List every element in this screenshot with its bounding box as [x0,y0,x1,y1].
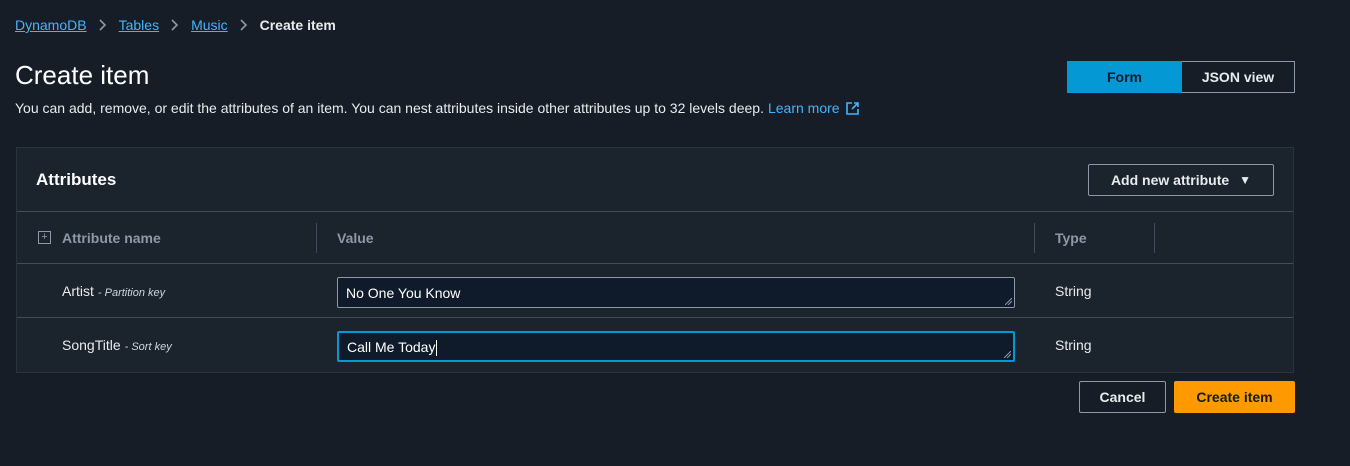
resize-grip-icon[interactable] [1004,351,1011,358]
panel-header: Attributes Add new attribute ▼ [17,148,1293,212]
add-new-attribute-button[interactable]: Add new attribute ▼ [1088,164,1274,196]
attribute-key-label: - Partition key [97,287,166,299]
attribute-name: Artist - Partition key [62,283,165,299]
add-new-attribute-label: Add new attribute [1110,172,1230,188]
column-header-type: Type [1055,230,1087,246]
attribute-name-text: Artist [62,283,94,299]
form-view-button[interactable]: Form [1067,61,1182,93]
column-header-attribute-name: Attribute name [62,230,161,246]
column-header-value: Value [337,230,374,246]
attribute-name: SongTitle - Sort key [62,337,172,353]
attribute-name-text: SongTitle [62,337,121,353]
breadcrumb-current: Create item [259,17,336,33]
view-toggle: Form JSON view [1067,61,1295,93]
external-link-icon [845,101,859,115]
resize-grip-icon[interactable] [1005,298,1012,305]
breadcrumb: DynamoDB Tables Music Create item [15,17,336,33]
learn-more-link[interactable]: Learn more [768,100,859,116]
breadcrumb-tables[interactable]: Tables [119,17,159,33]
caret-down-icon: ▼ [1239,173,1252,187]
description-text: You can add, remove, or edit the attribu… [15,100,764,116]
chevron-right-icon [240,19,248,31]
chevron-right-icon [99,19,107,31]
cancel-button[interactable]: Cancel [1079,381,1166,413]
attributes-panel: Attributes Add new attribute ▼ + Attribu… [16,147,1294,373]
expand-icon[interactable]: + [38,231,51,244]
artist-value-text: No One You Know [346,285,461,301]
create-item-button[interactable]: Create item [1174,381,1295,413]
column-divider[interactable] [1154,223,1155,253]
breadcrumb-music[interactable]: Music [191,17,228,33]
table-row: Artist - Partition key No One You Know St… [17,264,1293,318]
panel-title: Attributes [36,170,117,189]
chevron-right-icon [171,19,179,31]
page-title: Create item [15,60,150,90]
json-view-button[interactable]: JSON view [1182,61,1295,93]
songtitle-value-input[interactable]: Call Me Today [337,331,1015,362]
attribute-type: String [1055,283,1092,299]
text-cursor [436,340,438,357]
table-row: SongTitle - Sort key Call Me Today String [17,318,1293,372]
column-divider[interactable] [1034,223,1035,253]
attribute-type: String [1055,337,1092,353]
artist-value-input[interactable]: No One You Know [337,277,1015,308]
column-divider[interactable] [316,223,317,253]
learn-more-label: Learn more [767,100,840,116]
songtitle-value-text: Call Me Today [347,339,436,355]
page-description: You can add, remove, or edit the attribu… [15,100,859,116]
table-header: + Attribute name Value Type [17,212,1293,264]
attribute-key-label: - Sort key [124,341,172,353]
breadcrumb-dynamodb[interactable]: DynamoDB [15,17,87,33]
